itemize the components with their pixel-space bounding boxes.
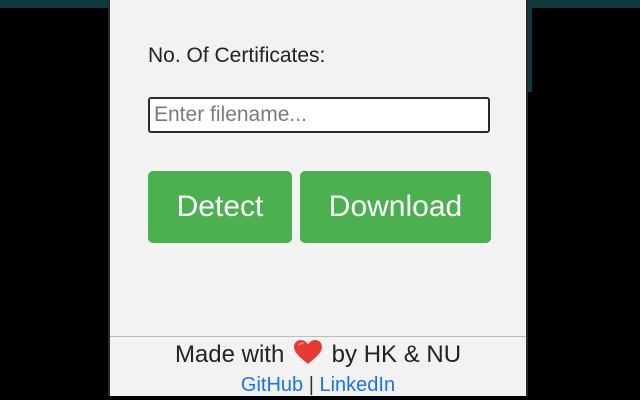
background-window-edge xyxy=(528,0,532,92)
certificates-count-label: No. Of Certificates: xyxy=(148,44,326,67)
filename-input[interactable] xyxy=(148,97,490,133)
heart-icon xyxy=(293,339,323,373)
footer-links: GitHub | LinkedIn xyxy=(110,373,526,397)
authors-text: by HK & NU xyxy=(331,341,462,368)
github-link[interactable]: GitHub xyxy=(241,374,303,396)
footer: Made with by HK & NU GitHub | LinkedIn xyxy=(110,336,526,396)
detect-button[interactable]: Detect xyxy=(148,171,292,243)
download-button[interactable]: Download xyxy=(300,171,491,243)
linkedin-link[interactable]: LinkedIn xyxy=(319,374,395,396)
footer-credit: Made with by HK & NU xyxy=(110,339,526,373)
made-with-text: Made with xyxy=(174,341,285,368)
extension-popup: No. Of Certificates: Detect Download Mad… xyxy=(108,0,528,396)
link-separator: | xyxy=(308,374,314,396)
